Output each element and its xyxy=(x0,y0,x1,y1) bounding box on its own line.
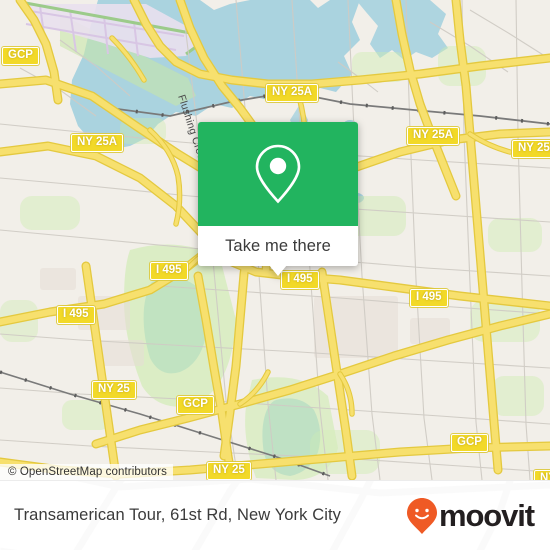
take-me-there-label: Take me there xyxy=(225,236,331,255)
road-shield: GCP xyxy=(2,47,39,65)
road-shield-label: NY 25 xyxy=(540,472,550,480)
popup-tail-pointer xyxy=(269,265,287,276)
road-shield-label: GCP xyxy=(457,436,482,448)
road-shield: NY 25A xyxy=(512,140,550,158)
road-shield-label: I 495 xyxy=(416,291,442,303)
road-shield-label: I 495 xyxy=(63,308,89,320)
footer-bar: Transamerican Tour, 61st Rd, New York Ci… xyxy=(0,480,550,550)
road-shield: GCP xyxy=(451,434,488,452)
road-shield-label: NY 25A xyxy=(413,129,454,141)
road-shield-label: NY 25 xyxy=(98,383,130,395)
road-shield-label: GCP xyxy=(183,398,208,410)
road-shield: NY 25A xyxy=(266,84,319,102)
road-shield-label: NY 25A xyxy=(272,86,313,98)
road-shield-label: I 495 xyxy=(156,264,182,276)
moovit-logo[interactable]: moovit xyxy=(406,497,535,535)
road-shield: NY 25A xyxy=(407,127,460,145)
map-pin-icon xyxy=(255,144,301,204)
popup-pin-panel xyxy=(198,122,358,226)
road-shield: NY 25 xyxy=(92,381,136,399)
road-shield: I 495 xyxy=(150,262,188,280)
osm-attribution: © OpenStreetMap contributors xyxy=(0,464,173,480)
road-shield: NY 25 xyxy=(207,462,251,480)
place-title: Transamerican Tour, 61st Rd, New York Ci… xyxy=(14,506,342,524)
location-popup-card[interactable]: Take me there xyxy=(198,122,358,276)
road-shield: GCP xyxy=(177,396,214,414)
road-shield-label: NY 25 xyxy=(213,464,245,476)
road-shield: I 495 xyxy=(57,306,95,324)
road-shield: I 495 xyxy=(410,289,448,307)
road-shield-label: NY 25A xyxy=(77,136,118,148)
map-screenshot: Flushing Creek GCP NY 25A NY 25A NY 25A NY 2… xyxy=(0,0,550,550)
take-me-there-button[interactable]: Take me there xyxy=(198,226,358,266)
road-shield-label: I 495 xyxy=(287,273,313,285)
road-shield-label: GCP xyxy=(8,49,33,61)
moovit-pin-smile-icon xyxy=(406,497,437,534)
road-shield: NY 25A xyxy=(71,134,124,152)
road-shield-label: NY 25A xyxy=(518,142,550,154)
moovit-wordmark: moovit xyxy=(438,498,535,533)
road-shield: NY 25 xyxy=(534,470,550,480)
